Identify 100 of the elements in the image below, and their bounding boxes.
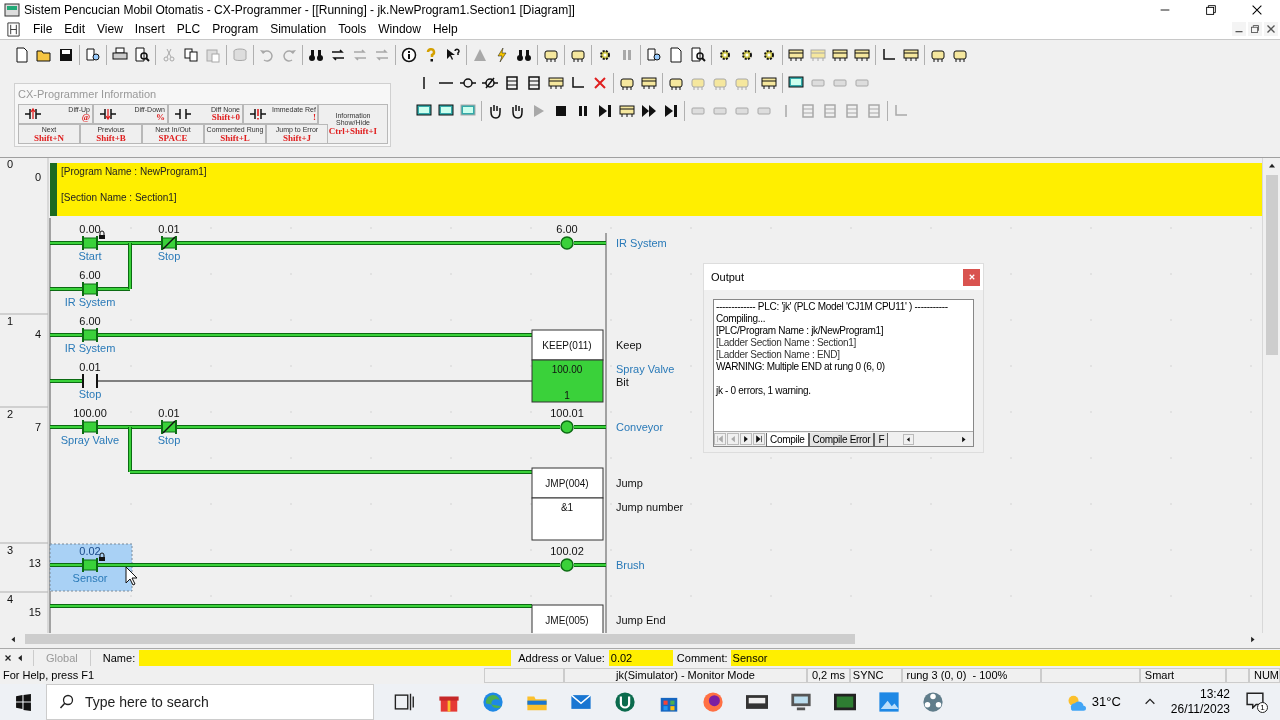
mouse-cursor	[125, 566, 138, 586]
print-preview-icon[interactable]	[134, 47, 150, 64]
shortcut-key-text: Shift+J	[282, 133, 312, 143]
last-page-icon[interactable]	[753, 433, 765, 445]
next-page-icon[interactable]	[740, 433, 752, 445]
restore-icon[interactable]	[1204, 3, 1218, 17]
contact-address: 6.00	[79, 315, 101, 328]
program-window-icon[interactable]	[834, 691, 856, 713]
function-block-icon[interactable]	[526, 75, 542, 92]
program-window-icon[interactable]	[790, 691, 812, 713]
plc-device-icon[interactable]	[930, 47, 946, 64]
film-reel-icon[interactable]	[922, 691, 944, 713]
close-icon[interactable]	[1264, 22, 1278, 37]
coil-address: 6.00	[556, 223, 578, 236]
app-circle-icon[interactable]	[614, 691, 636, 713]
close-button[interactable]	[963, 268, 980, 286]
output-tab[interactable]: F	[874, 432, 889, 447]
contact-address: 6.00	[79, 269, 101, 282]
temperature: 31°C	[1091, 693, 1121, 712]
contact-comment: Start	[78, 250, 102, 263]
status-num-lock: NUM	[1248, 668, 1280, 684]
io-table-icon[interactable]	[854, 47, 870, 64]
io-table-icon[interactable]	[832, 47, 848, 64]
operand-value: &1	[560, 502, 574, 514]
print-preview-icon[interactable]	[690, 47, 706, 64]
browser-icon[interactable]	[702, 691, 724, 713]
name-field[interactable]	[139, 650, 512, 667]
menu-item[interactable]: Simulation	[264, 20, 333, 39]
plc-device-icon[interactable]	[668, 75, 684, 92]
windows-logo-icon[interactable]	[15, 693, 32, 711]
menu-item[interactable]: Edit	[58, 20, 92, 39]
plc-device-icon[interactable]	[952, 47, 968, 64]
menu-item[interactable]: Program	[206, 20, 265, 39]
plc-device-icon[interactable]	[543, 47, 559, 64]
field-label: Name:	[102, 650, 136, 666]
document-search-icon[interactable]	[646, 47, 662, 64]
document-icon[interactable]	[14, 47, 30, 64]
output-tab[interactable]: Compile Error	[808, 432, 875, 447]
hand-icon[interactable]	[487, 103, 503, 120]
step-number: 0	[34, 171, 41, 184]
info-icon[interactable]	[401, 47, 417, 64]
step-icon[interactable]	[597, 103, 613, 120]
rung-comment: [Program Name : NewProgram1]	[61, 166, 207, 178]
hand-icon[interactable]	[509, 103, 525, 120]
wire	[49, 425, 83, 430]
photos-icon[interactable]	[878, 691, 900, 713]
status-sync: SYNC	[849, 668, 903, 684]
clock-time[interactable]: 13:42	[1199, 687, 1230, 702]
minimize-icon[interactable]	[1232, 22, 1246, 37]
binoculars-icon[interactable]	[516, 47, 532, 64]
plc-device-icon[interactable]	[619, 75, 635, 92]
io-table-icon[interactable]	[619, 103, 635, 120]
scroll-thumb[interactable]	[1265, 175, 1278, 356]
fast-forward-icon[interactable]	[641, 103, 657, 120]
menu-item[interactable]: Insert	[128, 20, 171, 39]
contact-comment: Stop	[157, 250, 181, 263]
menu-item[interactable]: File	[27, 20, 59, 39]
ladder-document-icon[interactable]	[6, 21, 21, 37]
search-field[interactable]: Type here to search	[46, 684, 374, 720]
browser-icon[interactable]	[482, 691, 504, 713]
vertical-scrollbar[interactable]	[1262, 158, 1280, 634]
scroll-left-icon[interactable]	[903, 433, 914, 445]
output-line: jk - 0 errors, 1 warning.	[716, 385, 812, 397]
operand-description: Jump number	[616, 501, 684, 514]
instruction-comment: Jump	[616, 477, 643, 490]
menu-item[interactable]: Window	[372, 20, 427, 39]
clock-date[interactable]: 26/11/2023	[1170, 702, 1230, 717]
io-table-icon[interactable]	[761, 75, 777, 92]
io-table-icon[interactable]	[548, 75, 564, 92]
comment-field[interactable]: Sensor	[730, 650, 1280, 667]
io-table-icon[interactable]	[903, 47, 919, 64]
binoculars-icon[interactable]	[308, 47, 324, 64]
menu-item[interactable]: Help	[426, 20, 464, 39]
menu-item[interactable]: Tools	[332, 20, 373, 39]
close-icon[interactable]	[1250, 3, 1264, 17]
function-block-icon[interactable]	[504, 75, 520, 92]
menu-item[interactable]: PLC	[170, 20, 207, 39]
step-icon[interactable]	[663, 103, 679, 120]
plc-device-icon[interactable]	[570, 47, 586, 64]
wire	[49, 333, 83, 338]
io-table-icon[interactable]	[788, 47, 804, 64]
document-icon[interactable]	[668, 47, 684, 64]
shortcut-key-text: !	[312, 113, 316, 122]
copy-icon[interactable]	[183, 47, 199, 64]
document-search-icon[interactable]	[85, 47, 101, 64]
contact-comment: Sensor	[72, 572, 108, 585]
instruction-comment: Keep	[616, 339, 642, 352]
wire	[573, 241, 607, 246]
notification-icon[interactable]	[1246, 691, 1264, 709]
operand-comment: Spray Valve	[616, 363, 675, 376]
address-field[interactable]: 0.02	[608, 650, 673, 667]
scroll-thumb[interactable]	[25, 634, 855, 645]
folder-icon[interactable]	[36, 47, 52, 64]
output-tab[interactable]: Compile	[766, 432, 809, 447]
search-icon	[59, 694, 75, 710]
io-table-icon[interactable]	[641, 75, 657, 92]
menu-item[interactable]: View	[91, 20, 129, 39]
shortcut-key-text: Shift+B	[96, 133, 126, 143]
lightning-icon[interactable]	[494, 47, 510, 64]
task-view-icon[interactable]	[394, 691, 416, 713]
